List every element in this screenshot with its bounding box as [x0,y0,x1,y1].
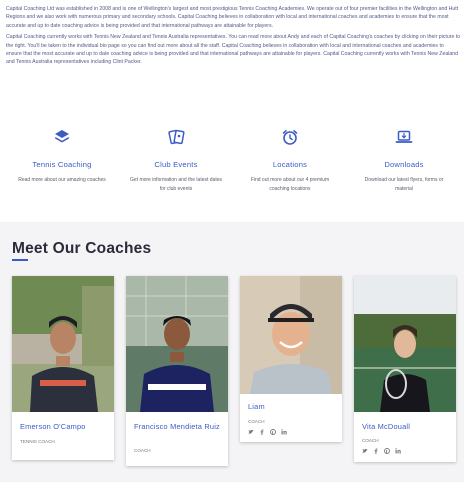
coach-photo[interactable] [12,276,114,412]
section-heading: Meet Our Coaches [12,240,152,257]
intro-paragraph-2: Capital Coaching currently works with Te… [6,34,461,66]
coach-card-emerson[interactable]: Emerson O'Campo TENNIS COACH [12,276,114,460]
twitter-icon[interactable] [362,448,368,454]
twitter-icon[interactable] [248,429,254,435]
laptop-download-icon [395,130,413,143]
feature-downloads[interactable]: Downloads Download our latest flyers, fo… [346,128,462,194]
coach-role: COACH [134,448,151,453]
coach-name[interactable]: Liam [248,402,265,412]
intro-text: Capital Coaching Ltd was established in … [6,5,461,70]
coach-photo[interactable] [354,276,456,412]
features-row: Tennis Coaching Read more about our amaz… [0,120,464,220]
feature-club-events[interactable]: Club Events Get more information and the… [118,128,234,194]
feature-description: Download our latest flyers, forms or mat… [364,177,444,192]
social-links [248,429,287,435]
pinterest-icon[interactable] [270,429,276,435]
coach-card-liam[interactable]: Liam COACH [240,276,342,442]
feature-locations[interactable]: Locations Find out more about our 4 prem… [232,128,348,194]
coach-role: COACH [248,419,265,424]
layers-icon [55,130,69,143]
coach-name[interactable]: Francisco Mendieta Ruiz [134,422,224,432]
coach-name[interactable]: Vita McDouall [362,422,410,432]
feature-description: Read more about our amazing coaches [18,177,106,183]
coach-role: COACH [362,438,379,443]
feature-title[interactable]: Locations [232,160,348,169]
linkedin-icon[interactable] [281,429,287,435]
social-links [362,448,401,454]
coach-card-francisco[interactable]: Francisco Mendieta Ruiz COACH [126,276,228,466]
intro-paragraph-1: Capital Coaching Ltd was established in … [6,6,459,29]
facebook-icon[interactable] [259,429,265,435]
cards-icon [168,129,185,145]
pinterest-icon[interactable] [384,448,390,454]
heading-underline [12,259,28,261]
alarm-clock-icon [282,130,298,145]
coach-card-vita[interactable]: Vita McDouall COACH [354,276,456,462]
coach-name[interactable]: Emerson O'Campo [20,422,110,432]
feature-title[interactable]: Downloads [346,160,462,169]
coaches-section: Meet Our Coaches Emerson O'Campo TENNIS … [0,222,464,482]
feature-title[interactable]: Club Events [118,160,234,169]
coach-photo[interactable] [240,276,342,394]
feature-description: Find out more about our 4 premium coachi… [250,177,330,192]
coach-role: TENNIS COACH [20,439,55,444]
feature-tennis-coaching[interactable]: Tennis Coaching Read more about our amaz… [4,128,120,185]
feature-title[interactable]: Tennis Coaching [4,160,120,169]
coach-photo[interactable] [126,276,228,412]
facebook-icon[interactable] [373,448,379,454]
linkedin-icon[interactable] [395,448,401,454]
feature-description: Get more information and the latest date… [130,177,222,192]
